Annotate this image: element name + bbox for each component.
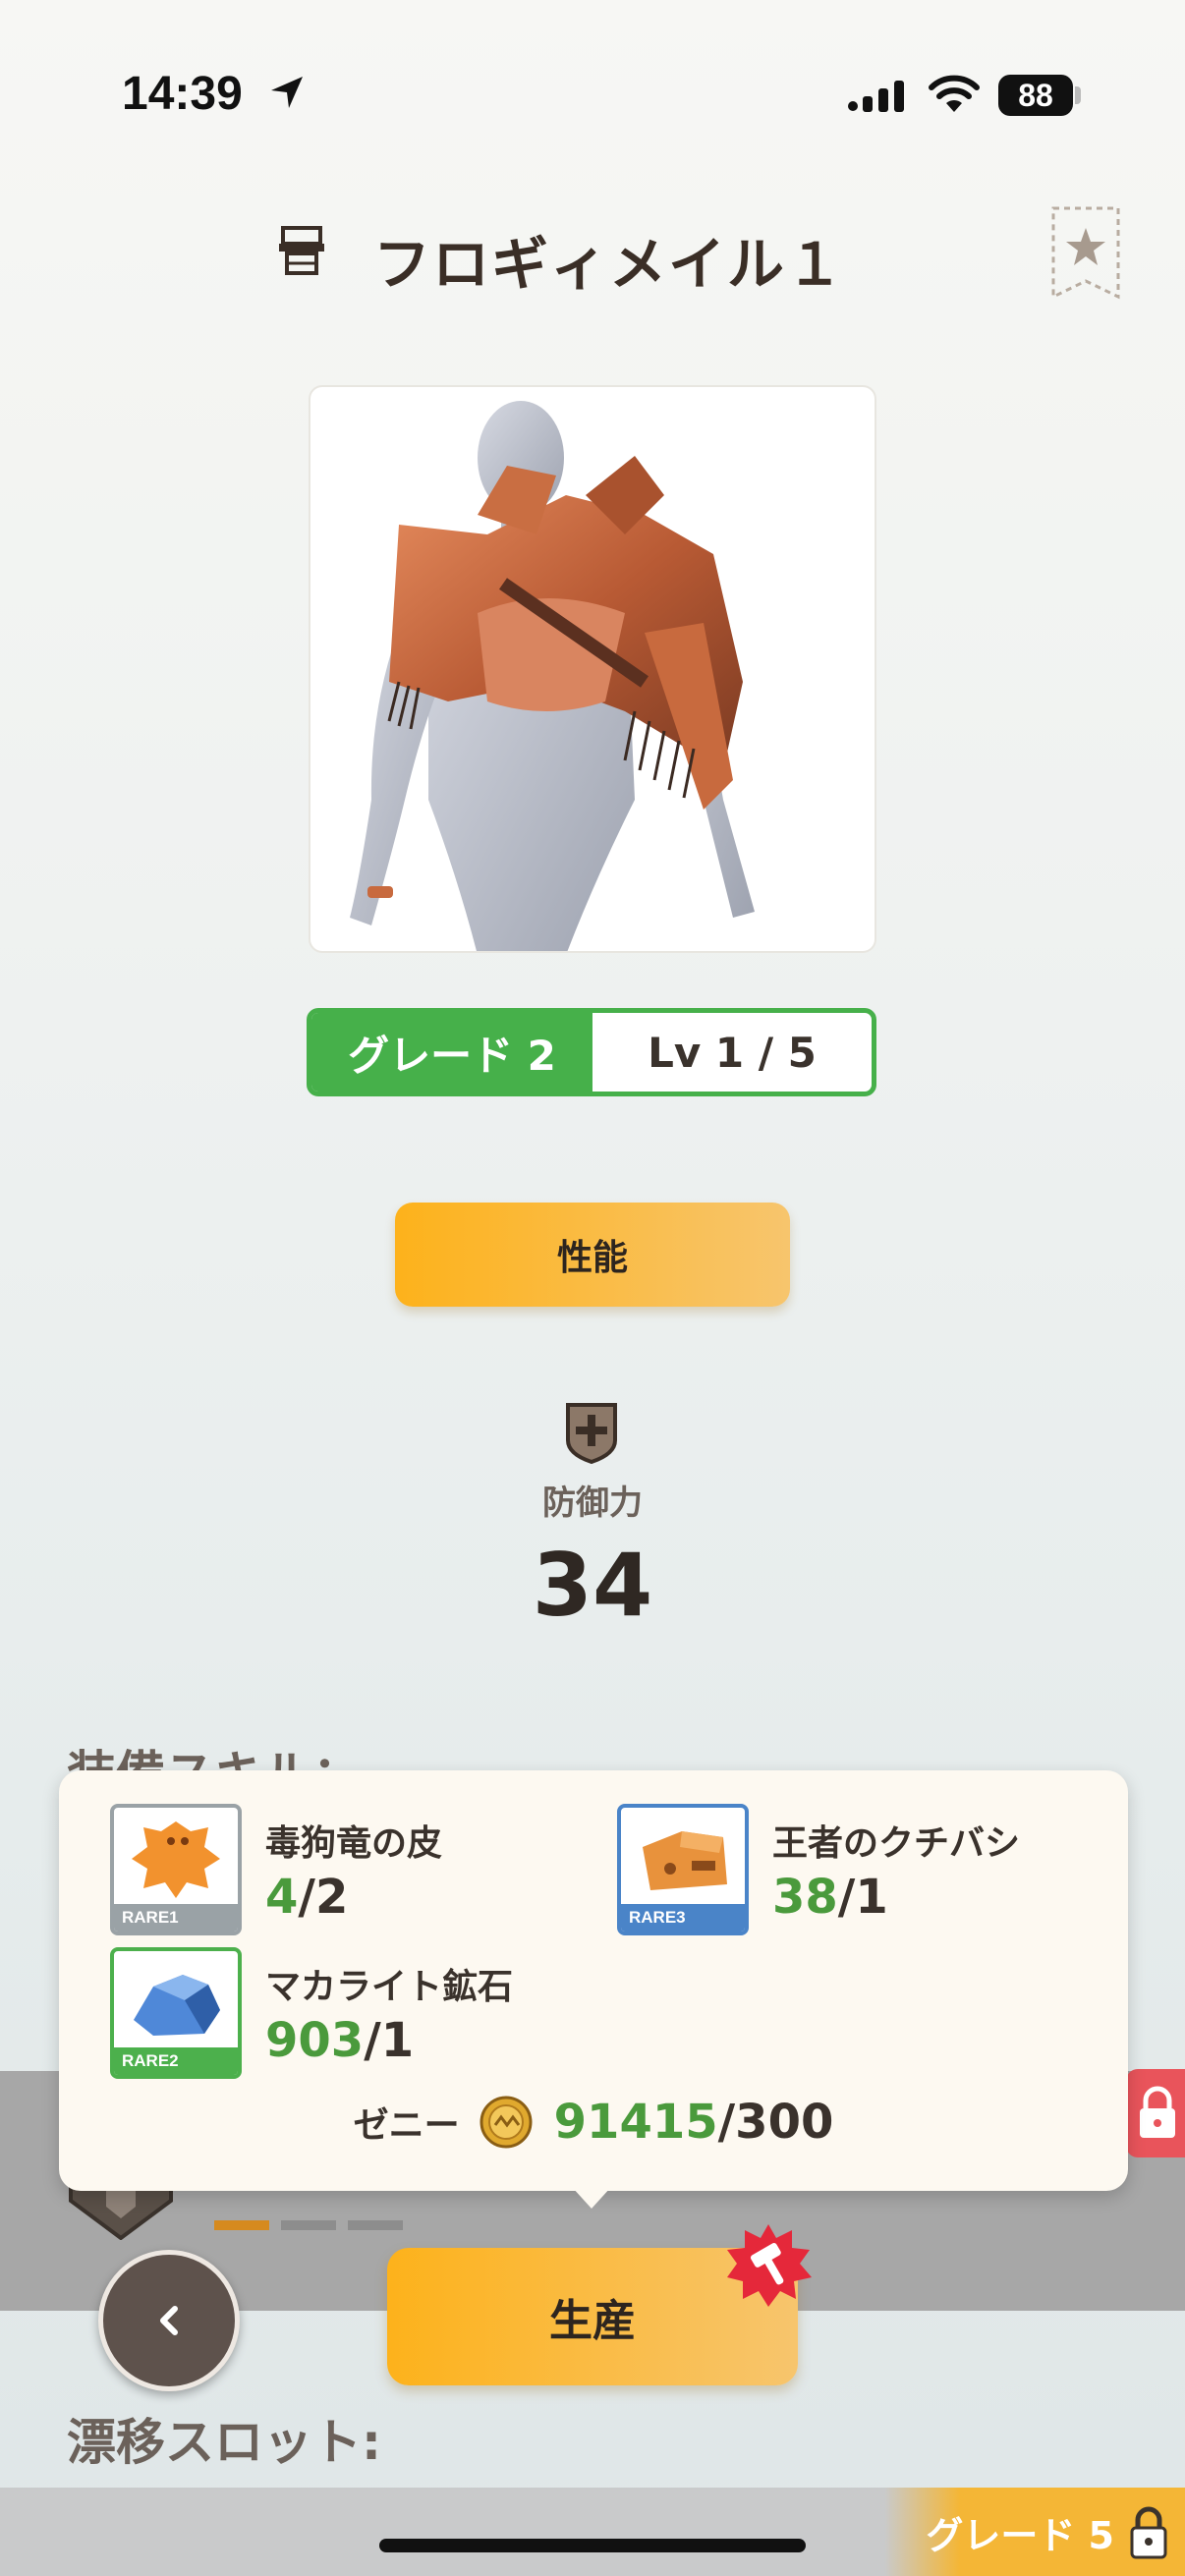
favorite-bookmark-icon[interactable]: [1051, 206, 1120, 301]
rarity-badge: RARE3: [621, 1904, 745, 1932]
defense-value: 34: [532, 1535, 653, 1636]
armor-mannequin-illustration: [350, 401, 755, 951]
defense-label: 防御力: [542, 1484, 643, 1523]
chest-armor-icon: [279, 226, 324, 275]
material-thumb: RARE3: [617, 1804, 749, 1935]
zeny-coin-icon: [480, 2096, 533, 2149]
lock-icon: [1130, 2506, 1167, 2559]
page-title: フロギィメイル１: [373, 231, 846, 298]
wifi-icon: [929, 75, 980, 112]
page-dot: [348, 2220, 403, 2230]
home-indicator: [379, 2539, 806, 2552]
status-time: 14:39: [122, 68, 243, 120]
location-arrow-icon: [271, 77, 303, 108]
hide-icon: [132, 1821, 220, 1898]
performance-tab[interactable]: 性能: [395, 1203, 790, 1307]
material-name: 王者のクチバシ: [772, 1823, 1021, 1864]
material-count: 38/1: [772, 1870, 888, 1925]
ore-icon: [134, 1975, 220, 2036]
battery-nub: [1075, 86, 1081, 104]
page-dot-active: [214, 2220, 269, 2230]
back-button[interactable]: [98, 2250, 240, 2391]
zeny-amount: 91415/300: [553, 2095, 834, 2150]
material-count: 4/2: [265, 1870, 349, 1925]
page-indicator: [214, 2220, 403, 2230]
lock-icon: [1140, 2086, 1175, 2138]
material-item: RARE1 毒狗竜の皮 4/2: [110, 1804, 442, 1935]
material-item: RARE2 マカライト鉱石 903/1: [110, 1947, 513, 2079]
material-item: RARE3 王者のクチバシ 38/1: [617, 1804, 1020, 1935]
cellular-signal-icon: [848, 81, 904, 112]
material-name: 毒狗竜の皮: [265, 1823, 443, 1864]
battery-indicator: 88: [998, 75, 1073, 116]
zeny-label: ゼニー: [353, 2105, 460, 2146]
hammer-badge-icon: [727, 2224, 812, 2307]
zeny-cost-row: ゼニー 91415/300: [59, 2095, 1128, 2150]
level-label: Lv 1 / 5: [648, 1028, 817, 1077]
material-name: マカライト鉱石: [265, 1967, 514, 2007]
popup-pointer: [572, 2187, 611, 2209]
locked-side-tab[interactable]: [1126, 2069, 1185, 2157]
page-dot: [281, 2220, 336, 2230]
material-count: 903/1: [265, 2013, 415, 2068]
material-thumb: RARE1: [110, 1804, 242, 1935]
chevron-left-icon: [160, 2306, 178, 2335]
beak-icon: [643, 1831, 727, 1890]
rarity-badge: RARE1: [114, 1904, 238, 1932]
material-thumb: RARE2: [110, 1947, 242, 2079]
grade-level-bar: グレード 2 Lv 1 / 5: [307, 1008, 876, 1096]
grade-5-label: グレード 5: [926, 2513, 1114, 2557]
defense-shield-icon: [566, 1403, 617, 1464]
materials-popup: RARE1 毒狗竜の皮 4/2 RARE3 王者のクチバシ 38/1 RARE2…: [59, 1770, 1128, 2191]
grade-label: グレード 2: [311, 1013, 592, 1092]
armor-preview-image: [309, 385, 876, 953]
rarity-badge: RARE2: [114, 2047, 238, 2075]
grade-5-locked-button[interactable]: グレード 5: [884, 2488, 1185, 2576]
drift-slots-heading: 漂移スロット:: [67, 2414, 381, 2471]
